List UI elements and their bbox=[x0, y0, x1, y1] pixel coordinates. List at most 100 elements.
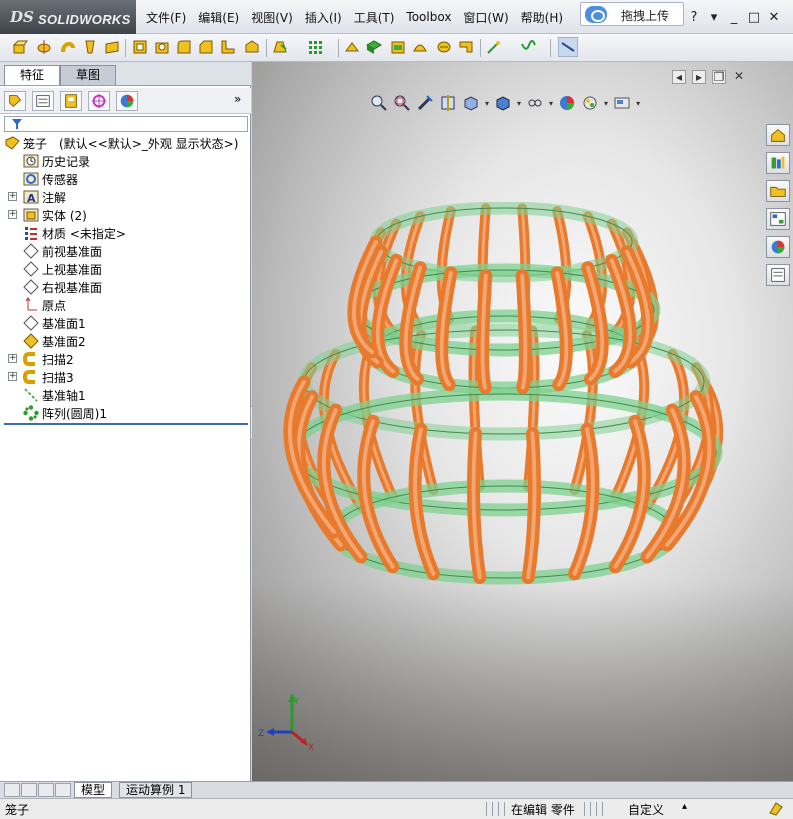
view-settings-icon[interactable] bbox=[613, 94, 631, 112]
wrap-icon[interactable] bbox=[436, 39, 452, 55]
tree-item-sweep2[interactable]: + 扫描2 bbox=[8, 350, 74, 368]
chevron-down-icon[interactable]: ▾ bbox=[604, 99, 608, 108]
tree-item-material[interactable]: 材质 <未指定> bbox=[23, 224, 126, 242]
zoom-to-area-icon[interactable] bbox=[393, 94, 411, 112]
boundary-boss-icon[interactable] bbox=[104, 39, 120, 55]
sketch-point-icon[interactable] bbox=[486, 39, 502, 55]
chevron-down-icon[interactable]: ▾ bbox=[485, 99, 489, 108]
view-palette-icon[interactable] bbox=[766, 208, 790, 230]
menu-window[interactable]: 窗口(W) bbox=[457, 9, 514, 26]
tree-item-plane1[interactable]: 基准面1 bbox=[23, 314, 86, 332]
viewport-prev-icon[interactable]: ◂ bbox=[672, 70, 686, 84]
instant3d-icon[interactable] bbox=[390, 39, 406, 55]
dome-icon[interactable] bbox=[412, 39, 428, 55]
minimize-button[interactable]: _ bbox=[726, 10, 742, 25]
flex-icon[interactable] bbox=[458, 39, 474, 55]
rib-icon[interactable] bbox=[220, 39, 236, 55]
loft-icon[interactable] bbox=[82, 39, 98, 55]
tree-root-part[interactable]: 笼子 (默认<<默认>_外观 显示状态>) bbox=[4, 134, 238, 152]
shell-icon[interactable] bbox=[244, 39, 260, 55]
rollback-bar[interactable] bbox=[4, 423, 248, 425]
chevron-down-icon[interactable]: ▾ bbox=[636, 99, 640, 108]
panel-expand-chevron-icon[interactable]: » bbox=[234, 92, 241, 106]
reference-geometry-icon[interactable] bbox=[344, 39, 360, 55]
expand-plus-icon[interactable]: + bbox=[8, 372, 17, 381]
dimxpert-manager-icon[interactable] bbox=[88, 91, 110, 111]
help-icon[interactable]: ? bbox=[686, 10, 702, 25]
menu-tools[interactable]: 工具(T) bbox=[348, 9, 401, 26]
menu-file[interactable]: 文件(F) bbox=[140, 9, 192, 26]
last-tab-icon[interactable] bbox=[55, 783, 71, 797]
edit-appearance-icon[interactable] bbox=[558, 94, 576, 112]
view-orientation-icon[interactable] bbox=[462, 94, 480, 112]
viewport-next-icon[interactable]: ▸ bbox=[692, 70, 706, 84]
chevron-down-icon[interactable]: ▾ bbox=[549, 99, 553, 108]
curves-icon[interactable] bbox=[366, 39, 382, 55]
display-style-icon[interactable] bbox=[494, 94, 512, 112]
status-units[interactable]: 自定义 bbox=[628, 801, 664, 818]
extruded-cut-icon[interactable] bbox=[132, 39, 148, 55]
linear-pattern-icon[interactable] bbox=[308, 39, 324, 55]
tree-item-annotations[interactable]: + A 注解 bbox=[8, 188, 66, 206]
tree-item-front-plane[interactable]: 前视基准面 bbox=[23, 242, 102, 260]
tree-item-sweep3[interactable]: + 扫描3 bbox=[8, 368, 74, 386]
tab-model[interactable]: 模型 bbox=[74, 782, 113, 798]
file-explorer-icon[interactable] bbox=[766, 180, 790, 202]
tree-item-origin[interactable]: 原点 bbox=[23, 296, 66, 314]
chamfer-icon[interactable] bbox=[198, 39, 214, 55]
tree-item-plane2[interactable]: 基准面2 bbox=[23, 332, 86, 350]
fillet-icon[interactable] bbox=[176, 39, 192, 55]
chevron-down-icon[interactable]: ▾ bbox=[706, 10, 722, 25]
feature-manager-icon[interactable] bbox=[4, 91, 26, 111]
first-tab-icon[interactable] bbox=[4, 783, 20, 797]
menu-edit[interactable]: 编辑(E) bbox=[192, 9, 245, 26]
chevron-down-icon[interactable]: ▾ bbox=[517, 99, 521, 108]
tab-motion-study[interactable]: 运动算例 1 bbox=[119, 782, 193, 798]
solidworks-logo[interactable]: DS SOLIDWORKS bbox=[0, 0, 136, 34]
expand-plus-icon[interactable]: + bbox=[8, 354, 17, 363]
cage-3d-model[interactable] bbox=[272, 202, 732, 682]
expand-plus-icon[interactable]: + bbox=[8, 210, 17, 219]
menu-view[interactable]: 视图(V) bbox=[245, 9, 299, 26]
drag-upload-button[interactable]: 拖拽上传 bbox=[580, 2, 684, 26]
menu-insert[interactable]: 插入(I) bbox=[299, 9, 348, 26]
prev-tab-icon[interactable] bbox=[21, 783, 37, 797]
custom-properties-icon[interactable] bbox=[766, 264, 790, 286]
expand-plus-icon[interactable]: + bbox=[8, 192, 17, 201]
sweep-icon[interactable] bbox=[60, 39, 76, 55]
menu-toolbox[interactable]: Toolbox bbox=[400, 10, 457, 24]
display-manager-icon[interactable] bbox=[116, 91, 138, 111]
revolved-boss-icon[interactable] bbox=[36, 39, 52, 55]
graphics-area[interactable]: ◂ ▸ ❐ ✕ ▾ ▾ ▾ ▾ ▾ Y Z X bbox=[252, 62, 793, 781]
draft-icon[interactable] bbox=[272, 39, 288, 55]
rebuild-icon[interactable] bbox=[768, 801, 784, 817]
maximize-button[interactable]: □ bbox=[746, 10, 762, 25]
chevron-up-icon[interactable]: ▴ bbox=[682, 801, 687, 812]
close-button[interactable]: ✕ bbox=[766, 10, 782, 25]
configuration-manager-icon[interactable] bbox=[60, 91, 82, 111]
zoom-to-fit-icon[interactable] bbox=[370, 94, 388, 112]
menu-help[interactable]: 帮助(H) bbox=[515, 9, 569, 26]
apply-scene-icon[interactable] bbox=[581, 94, 599, 112]
tree-item-sensors[interactable]: 传感器 bbox=[23, 170, 78, 188]
hide-show-items-icon[interactable] bbox=[526, 94, 544, 112]
section-view-icon[interactable] bbox=[439, 94, 457, 112]
tree-item-solid-bodies[interactable]: + 实体 (2) bbox=[8, 206, 87, 224]
tab-features[interactable]: 特征 bbox=[4, 65, 60, 85]
design-library-icon[interactable] bbox=[766, 152, 790, 174]
hole-wizard-icon[interactable] bbox=[154, 39, 170, 55]
tree-item-right-plane[interactable]: 右视基准面 bbox=[23, 278, 102, 296]
helix-icon[interactable] bbox=[520, 39, 536, 55]
solidworks-resources-icon[interactable] bbox=[766, 124, 790, 146]
tab-sketch[interactable]: 草图 bbox=[60, 65, 116, 85]
tree-item-axis1[interactable]: 基准轴1 bbox=[23, 386, 86, 404]
extruded-boss-icon[interactable] bbox=[12, 39, 28, 55]
tree-item-history[interactable]: 历史记录 bbox=[23, 152, 90, 170]
tree-item-circular-pattern1[interactable]: 阵列(圆周)1 bbox=[23, 404, 107, 422]
feature-filter-field[interactable] bbox=[4, 116, 248, 132]
property-manager-icon[interactable] bbox=[32, 91, 54, 111]
rapid-sketch-icon[interactable] bbox=[558, 37, 578, 57]
viewport-close-icon[interactable]: ✕ bbox=[732, 70, 746, 84]
appearances-icon[interactable] bbox=[766, 236, 790, 258]
tree-item-top-plane[interactable]: 上视基准面 bbox=[23, 260, 102, 278]
